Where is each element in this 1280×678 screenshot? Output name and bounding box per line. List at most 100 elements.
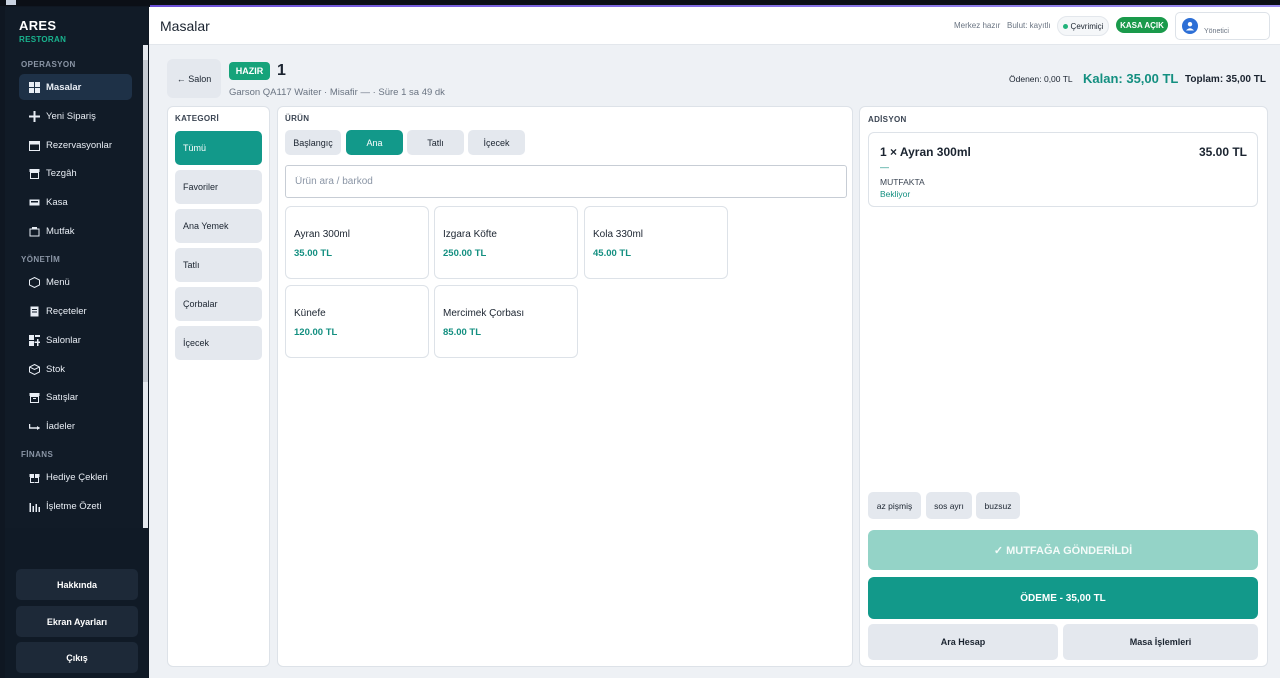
product-price: 120.00 TL xyxy=(294,327,338,338)
sidebar-item-label: Kasa xyxy=(46,196,68,208)
product-name: Künefe xyxy=(294,308,326,319)
order-item-note: — xyxy=(880,162,889,172)
sidebar-item-label: İadeler xyxy=(46,420,76,432)
sidebar-item-label: Tezgâh xyxy=(46,167,77,179)
recipe-icon xyxy=(28,305,41,318)
tab-ana[interactable]: Ana xyxy=(346,130,403,155)
sidebar-item-receteler[interactable]: Reçeteler xyxy=(19,298,132,324)
bar-chart-icon xyxy=(28,500,41,513)
sidebar-item-isletme-ozeti[interactable]: İşletme Özeti xyxy=(19,493,132,519)
total-amount: Toplam: 35,00 TL xyxy=(1185,74,1266,85)
sidebar-item-label: Reçeteler xyxy=(46,305,87,317)
product-card[interactable]: Ayran 300ml 35.00 TL xyxy=(285,206,429,279)
product-card[interactable]: Kola 330ml 45.00 TL xyxy=(584,206,728,279)
sidebar-item-rezervasyonlar[interactable]: Rezervasyonlar xyxy=(19,132,132,158)
product-search-input[interactable] xyxy=(285,165,847,198)
order-line-item[interactable]: 1 × Ayran 300ml 35.00 TL — MUTFAKTA Bekl… xyxy=(868,132,1258,207)
register-status-badge: KASA AÇIK xyxy=(1116,17,1168,33)
hexagon-icon xyxy=(28,276,41,289)
sidebar-item-stok[interactable]: Stok xyxy=(19,356,132,382)
sidebar-item-label: Hediye Çekleri xyxy=(46,471,108,483)
brand: ARES RESTORAN xyxy=(19,18,66,44)
online-status-badge: Çevrimiçi xyxy=(1057,16,1109,36)
sidebar-item-satislar[interactable]: Satışlar xyxy=(19,384,132,410)
box-icon xyxy=(28,363,41,376)
product-name: Mercimek Çorbası xyxy=(443,308,525,319)
note-az-pismis-button[interactable]: az pişmiş xyxy=(868,492,921,519)
logout-button[interactable]: Çıkış xyxy=(16,642,138,673)
brand-subtitle: RESTORAN xyxy=(19,35,67,44)
category-icecek[interactable]: İçecek xyxy=(175,326,262,360)
sidebar-item-label: Salonlar xyxy=(46,334,81,346)
table-actions-button[interactable]: Masa İşlemleri xyxy=(1063,624,1258,660)
category-label: KATEGORİ xyxy=(175,114,220,123)
calendar-icon xyxy=(28,139,41,152)
sidebar-item-kasa[interactable]: Kasa xyxy=(19,189,132,215)
gift-icon xyxy=(28,471,41,484)
tab-tatli[interactable]: Tatlı xyxy=(407,130,464,155)
table-status-badge: HAZIR xyxy=(229,62,270,80)
topbar: Masalar Merkez hazır Bulut: kayıtlı Çevr… xyxy=(149,7,1280,45)
sidebar-item-salonlar[interactable]: Salonlar xyxy=(19,327,132,353)
category-favoriler[interactable]: Favoriler xyxy=(175,170,262,204)
sidebar-item-yeni-siparis[interactable]: Yeni Sipariş xyxy=(19,103,132,129)
category-corbalar[interactable]: Çorbalar xyxy=(175,287,262,321)
product-price: 85.00 TL xyxy=(443,327,482,338)
sidebar-item-label: Stok xyxy=(46,363,66,375)
category-panel: KATEGORİ Tümü Favoriler Ana Yemek Tatlı … xyxy=(167,106,270,667)
center-status: Merkez hazır xyxy=(954,21,1001,30)
sidebar-item-label: Yeni Sipariş xyxy=(46,110,96,122)
order-item-station: MUTFAKTA xyxy=(880,177,925,187)
product-price: 250.00 TL xyxy=(443,248,487,259)
product-panel: ÜRÜN Başlangıç Ana Tatlı İçecek Ayran 30… xyxy=(277,106,853,667)
sidebar-item-tezgah[interactable]: Tezgâh xyxy=(19,160,132,186)
product-card[interactable]: Mercimek Çorbası 85.00 TL xyxy=(434,285,578,358)
product-price: 45.00 TL xyxy=(593,248,632,259)
order-item-price: 35.00 TL xyxy=(1198,145,1247,159)
order-item-name: 1 × Ayran 300ml xyxy=(880,145,971,159)
user-menu[interactable]: Yönetici xyxy=(1175,12,1270,40)
category-ana-yemek[interactable]: Ana Yemek xyxy=(175,209,262,243)
cloud-status: Bulut: kayıtlı xyxy=(1007,21,1051,30)
sidebar-footer: Hakkında Ekran Ayarları Çıkış xyxy=(5,528,148,678)
paid-amount: Ödenen: 0,00 TL xyxy=(1009,74,1073,84)
sales-icon xyxy=(28,391,41,404)
main-area: Masalar Merkez hazır Bulut: kayıtlı Çevr… xyxy=(149,7,1280,678)
product-name: Ayran 300ml xyxy=(294,229,350,240)
payment-button[interactable]: ÖDEME - 35,00 TL xyxy=(868,577,1258,619)
sidebar-item-mutfak[interactable]: Mutfak xyxy=(19,218,132,244)
user-avatar-icon xyxy=(1182,18,1198,34)
page-title: Masalar xyxy=(160,18,210,34)
kitchen-icon xyxy=(28,225,41,238)
screen-settings-button[interactable]: Ekran Ayarları xyxy=(16,606,138,637)
sidebar-item-label: Mutfak xyxy=(46,225,75,237)
tab-baslangic[interactable]: Başlangıç xyxy=(285,130,341,155)
product-name: Kola 330ml xyxy=(593,229,644,240)
note-buzsuz-button[interactable]: buzsuz xyxy=(976,492,1020,519)
sidebar-scrollbar-thumb[interactable] xyxy=(143,60,148,382)
split-bill-button[interactable]: Ara Hesap xyxy=(868,624,1058,660)
sent-to-kitchen-button[interactable]: ✓ MUTFAĞA GÖNDERİLDİ xyxy=(868,530,1258,570)
sidebar-item-menu[interactable]: Menü xyxy=(19,269,132,295)
about-button[interactable]: Hakkında xyxy=(16,569,138,600)
order-panel: ADİSYON 1 × Ayran 300ml 35.00 TL — MUTFA… xyxy=(859,106,1268,667)
note-sos-ayri-button[interactable]: sos ayrı xyxy=(926,492,972,519)
layout-icon xyxy=(28,334,41,347)
sidebar-item-hediye-cekleri[interactable]: Hediye Çekleri xyxy=(19,464,132,490)
product-price: 35.00 TL xyxy=(294,248,333,259)
product-card[interactable]: Izgara Köfte 250.00 TL xyxy=(434,206,578,279)
product-card[interactable]: Künefe 120.00 TL xyxy=(285,285,429,358)
grid-icon xyxy=(28,81,41,94)
category-tumu[interactable]: Tümü xyxy=(175,131,262,165)
category-tatli[interactable]: Tatlı xyxy=(175,248,262,282)
order-label: ADİSYON xyxy=(868,115,907,124)
user-role: Yönetici xyxy=(1204,28,1229,35)
return-icon xyxy=(28,420,41,433)
section-label-management: YÖNETİM xyxy=(21,255,61,264)
tab-icecek[interactable]: İçecek xyxy=(468,130,525,155)
sidebar-item-label: Masalar xyxy=(46,81,82,93)
sidebar-item-iadeler[interactable]: İadeler xyxy=(19,413,132,439)
sidebar-item-masalar[interactable]: Masalar xyxy=(19,74,132,100)
back-to-salon-button[interactable]: ← Salon xyxy=(167,59,221,98)
cash-icon xyxy=(28,196,41,209)
